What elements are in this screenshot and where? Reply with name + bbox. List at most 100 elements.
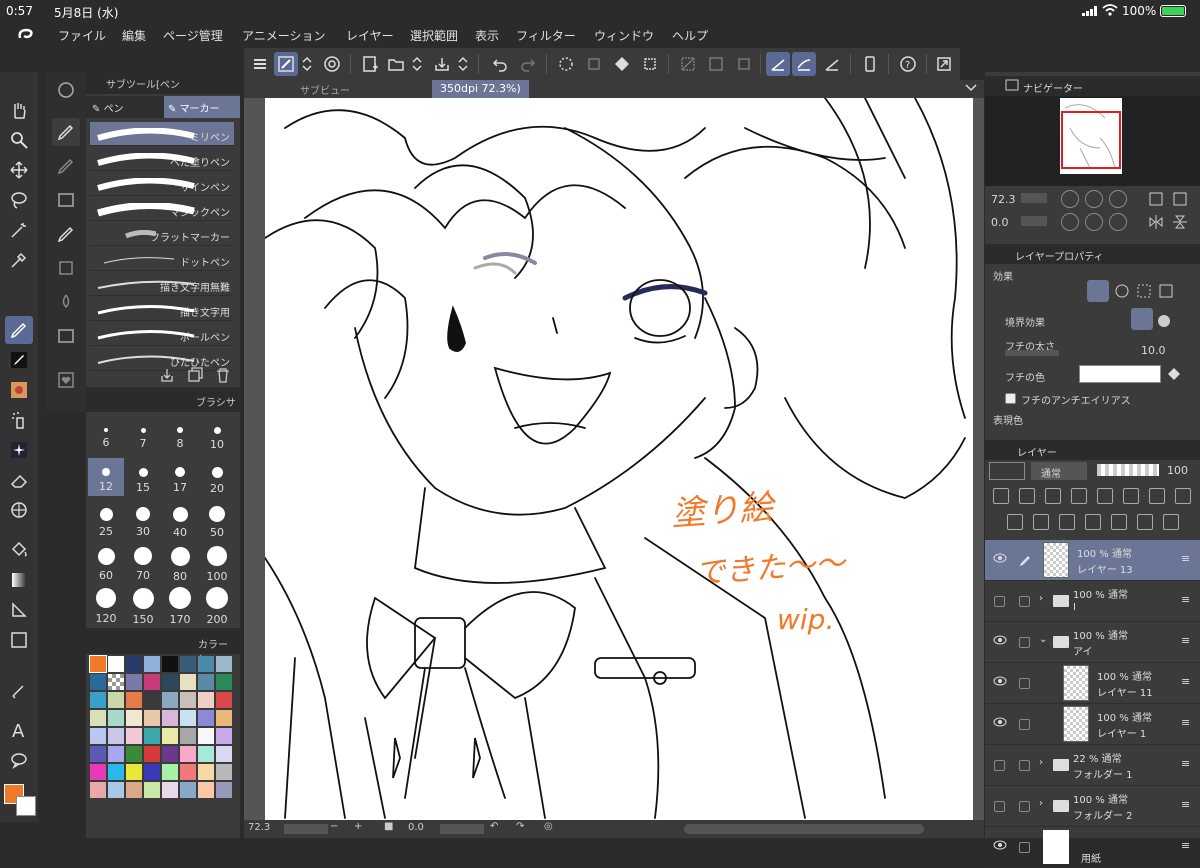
color-swatch[interactable]	[216, 710, 232, 726]
drop-icon[interactable]	[52, 288, 80, 316]
ruler-snap-icon-3[interactable]	[820, 52, 844, 76]
layer-option-icon[interactable]	[1175, 488, 1191, 504]
layer-menu-icon[interactable]: ≡	[1181, 675, 1190, 688]
film-icon[interactable]	[52, 322, 80, 350]
color-swatch[interactable]	[144, 692, 160, 708]
menu-layer[interactable]: レイヤー	[346, 27, 394, 44]
color-swatch[interactable]	[216, 728, 232, 744]
pen-settings-icon[interactable]	[52, 152, 80, 180]
zoom-out-circle-icon[interactable]	[1061, 190, 1079, 208]
edge-width-value[interactable]: 10.0	[1141, 344, 1166, 357]
ruler-tool-icon[interactable]	[5, 676, 33, 704]
color-fill-icon[interactable]	[1165, 365, 1187, 383]
brush-size-option[interactable]: 7	[125, 416, 161, 454]
fill-icon[interactable]	[610, 52, 634, 76]
color-swatch[interactable]	[144, 728, 160, 744]
color-swatch[interactable]	[126, 674, 142, 690]
layer-option-icon[interactable]	[1071, 488, 1087, 504]
layer-menu-icon[interactable]: ≡	[1181, 757, 1190, 770]
layer-action-icon[interactable]	[1163, 514, 1179, 530]
color-swatch[interactable]	[90, 782, 106, 798]
flip-icon-2[interactable]	[1171, 190, 1189, 208]
pen-tool-icon[interactable]	[5, 316, 33, 344]
color-swatch[interactable]	[126, 728, 142, 744]
brush-size-option[interactable]: 25	[88, 500, 124, 538]
layer-option-icon[interactable]	[1097, 488, 1113, 504]
layer-action-icon[interactable]	[1059, 514, 1075, 530]
layer-menu-icon[interactable]: ≡	[1181, 593, 1190, 606]
circle-icon[interactable]	[52, 254, 80, 282]
color-swatch[interactable]	[162, 764, 178, 780]
brush-size-option[interactable]: 50	[199, 500, 235, 539]
pen-group-icon[interactable]	[52, 118, 80, 146]
tab-pen[interactable]: ✎ ペン	[92, 100, 162, 115]
new-file-icon[interactable]	[358, 52, 382, 76]
color-swatch[interactable]	[198, 764, 214, 780]
color-swatch[interactable]	[198, 746, 214, 762]
airbrush-tool-icon[interactable]	[5, 406, 33, 434]
color-swatch[interactable]	[162, 710, 178, 726]
layer-option-icon[interactable]	[1123, 488, 1139, 504]
eyedropper-icon[interactable]	[5, 246, 33, 274]
color-swatch[interactable]	[216, 764, 232, 780]
chevron-icon[interactable]: ›	[1039, 593, 1043, 604]
loading-icon[interactable]	[554, 52, 578, 76]
brush-size-option[interactable]: 100	[199, 542, 235, 583]
color-swatch[interactable]	[90, 710, 106, 726]
zoom-value[interactable]: 72.3	[248, 822, 270, 833]
layer-menu-icon[interactable]: ≡	[1181, 798, 1190, 811]
color-swatch[interactable]	[126, 656, 142, 672]
layer-action-icon[interactable]	[1137, 514, 1153, 530]
flip-icon[interactable]	[1147, 190, 1165, 208]
color-swatch[interactable]	[180, 782, 196, 798]
menu-view[interactable]: 表示	[475, 27, 499, 44]
brush-size-option[interactable]: 40	[162, 500, 198, 539]
lock-checkbox[interactable]	[1019, 801, 1030, 812]
layer-row[interactable]: › 22 % 通常 フォルダー 1 ≡	[985, 745, 1200, 786]
sub-color-swatch[interactable]	[16, 796, 36, 816]
layer-menu-icon[interactable]: ≡	[1181, 552, 1190, 565]
color-swatch[interactable]	[180, 692, 196, 708]
layer-action-icon[interactable]	[1111, 514, 1127, 530]
color-swatch[interactable]	[126, 710, 142, 726]
layer-color-select[interactable]	[989, 462, 1025, 480]
select-layer-icon[interactable]	[732, 52, 756, 76]
edit-mode-icon[interactable]	[274, 52, 298, 76]
layer-action-icon[interactable]	[1007, 514, 1023, 530]
effect-icon-4[interactable]	[1157, 282, 1175, 300]
lock-checkbox[interactable]	[1019, 596, 1030, 607]
zoom-in-circle-icon[interactable]	[1085, 190, 1103, 208]
color-swatch[interactable]	[144, 674, 160, 690]
color-swatch[interactable]	[126, 746, 142, 762]
mirror-horizontal-icon[interactable]	[1147, 213, 1165, 231]
lock-checkbox[interactable]	[1019, 760, 1030, 771]
reload-icon[interactable]	[52, 76, 80, 104]
fill-tool-icon[interactable]	[5, 536, 33, 564]
hand-tool-icon[interactable]	[5, 96, 33, 124]
visibility-checkbox[interactable]	[994, 760, 1005, 771]
color-swatch[interactable]	[126, 692, 142, 708]
layer-menu-icon[interactable]: ≡	[1181, 716, 1190, 729]
app-logo-icon[interactable]	[16, 26, 38, 44]
layer-row[interactable]: ⌄ 100 % 通常 アイ ≡	[985, 622, 1200, 663]
brush-size-option[interactable]: 12	[88, 458, 124, 496]
eye-icon[interactable]	[993, 717, 1007, 727]
color-swatch[interactable]	[144, 710, 160, 726]
color-swatch[interactable]	[180, 656, 196, 672]
color-swatch[interactable]	[144, 782, 160, 798]
zoom-in-icon[interactable]: +	[354, 821, 362, 832]
horizontal-scrollbar[interactable]	[684, 824, 924, 834]
color-swatch[interactable]	[162, 782, 178, 798]
menu-help[interactable]: ヘルプ	[672, 27, 708, 44]
color-swatch[interactable]	[90, 746, 106, 762]
opacity-slider[interactable]	[1097, 464, 1159, 476]
eye-icon[interactable]	[993, 676, 1007, 686]
color-swatch[interactable]	[90, 764, 106, 780]
brush-item[interactable]: べた塗りペン	[90, 147, 234, 171]
transform-icon[interactable]	[582, 52, 606, 76]
drawing-canvas[interactable]: 塗り絵 できた〜〜 wip.	[265, 98, 973, 820]
redo-icon[interactable]	[516, 52, 540, 76]
nav-angle-value[interactable]: 0.0	[991, 216, 1009, 229]
brush-size-option[interactable]: 200	[199, 584, 235, 626]
layer-option-icon[interactable]	[1149, 488, 1165, 504]
